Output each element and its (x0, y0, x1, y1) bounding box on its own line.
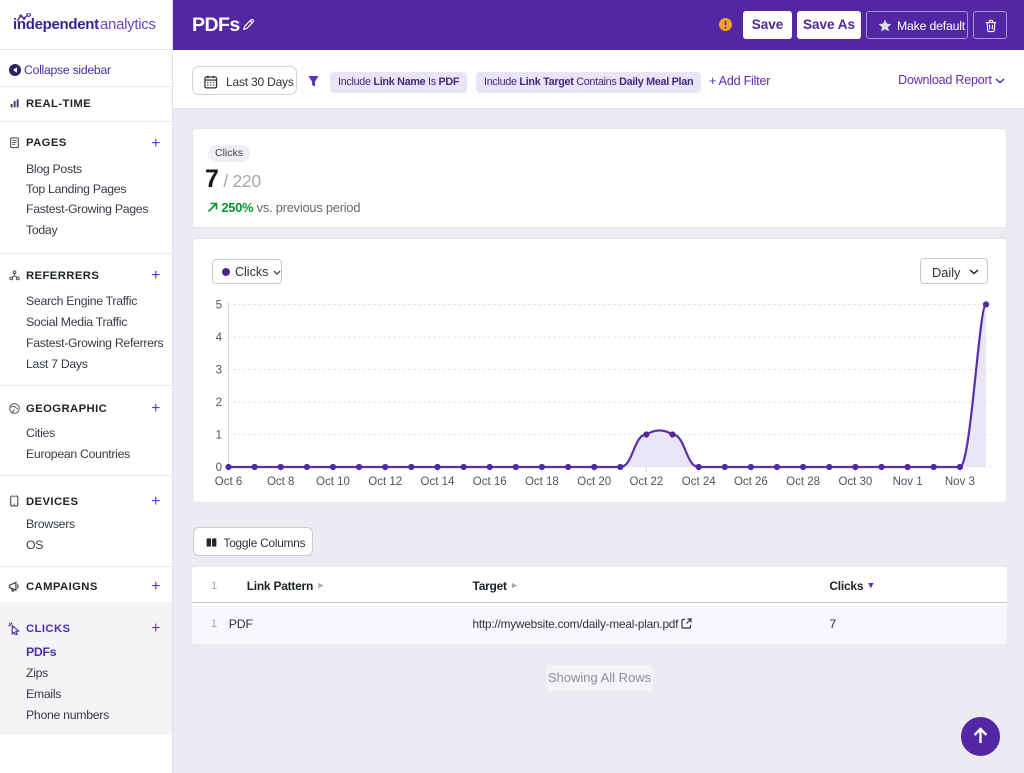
svg-text:Oct 22: Oct 22 (629, 476, 663, 488)
svg-text:0: 0 (216, 462, 222, 474)
svg-text:Oct 20: Oct 20 (577, 476, 611, 488)
svg-text:Nov 3: Nov 3 (945, 476, 975, 488)
svg-text:1: 1 (216, 429, 222, 441)
svg-text:5: 5 (216, 299, 222, 311)
svg-text:Oct 16: Oct 16 (473, 476, 507, 488)
svg-text:Oct 8: Oct 8 (267, 476, 294, 488)
svg-text:2: 2 (216, 397, 222, 409)
svg-text:Oct 18: Oct 18 (525, 476, 559, 488)
svg-text:Oct 28: Oct 28 (786, 476, 820, 488)
svg-text:Oct 10: Oct 10 (316, 476, 350, 488)
svg-text:Nov 1: Nov 1 (893, 476, 923, 488)
svg-text:Oct 30: Oct 30 (838, 476, 872, 488)
svg-text:Oct 26: Oct 26 (734, 476, 768, 488)
svg-text:3: 3 (216, 364, 222, 376)
svg-text:4: 4 (216, 332, 223, 344)
svg-text:Oct 6: Oct 6 (215, 476, 242, 488)
svg-text:Oct 12: Oct 12 (368, 476, 402, 488)
svg-text:Oct 14: Oct 14 (421, 476, 455, 488)
svg-text:Oct 24: Oct 24 (682, 476, 716, 488)
